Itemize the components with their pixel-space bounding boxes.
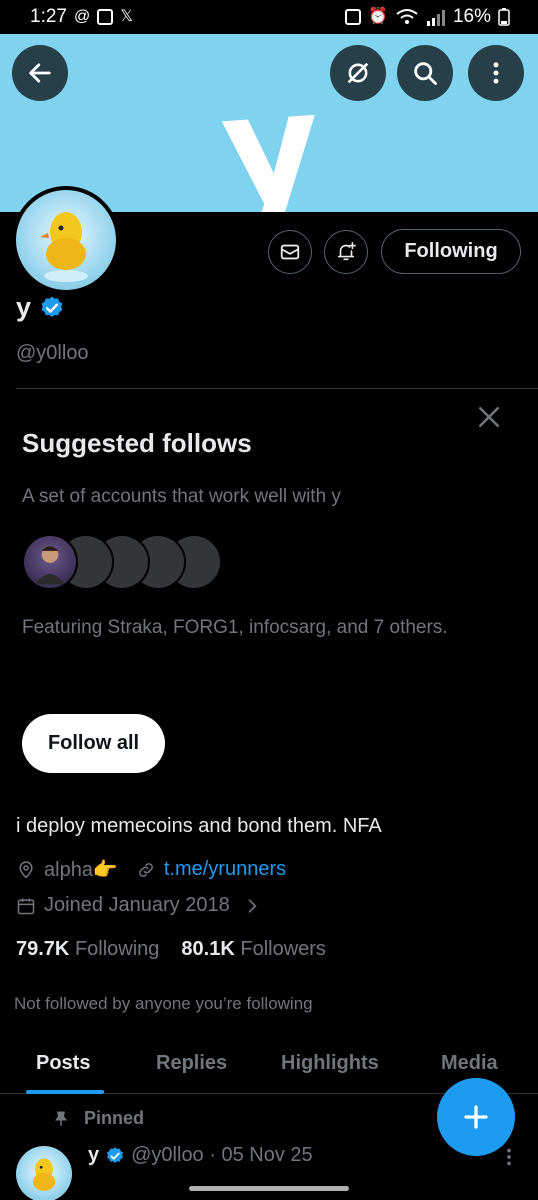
- status-right: ⏰ 16%: [345, 6, 510, 28]
- tab-media[interactable]: Media: [441, 1052, 498, 1075]
- follow-all-button[interactable]: Follow all: [22, 714, 165, 773]
- calendar-icon: [17, 898, 35, 914]
- suggested-featuring: Featuring Straka, FORG1, infocsarg, and …: [22, 617, 448, 638]
- location-pin-icon: [19, 860, 33, 879]
- signal-icon: [426, 10, 445, 26]
- duck-avatar-image: [40, 212, 88, 282]
- more-vertical-icon: [493, 62, 499, 84]
- verified-badge-icon: [107, 1146, 124, 1163]
- more-vertical-icon[interactable]: [498, 1146, 520, 1168]
- nfc-icon: [345, 9, 362, 25]
- not-followed-note: Not followed by anyone you’re following: [14, 994, 313, 1013]
- suggested-title: Suggested follows: [22, 428, 252, 458]
- post-avatar[interactable]: [16, 1146, 72, 1200]
- display-name: y: [16, 292, 32, 322]
- followers-count-link[interactable]: 80.1K Followers: [181, 938, 326, 961]
- x-logo-icon: 𝕏: [120, 8, 134, 25]
- profile-bio: i deploy memecoins and bond them. NFA: [16, 815, 382, 837]
- search-icon: [414, 62, 437, 85]
- person-avatar-image: [35, 546, 65, 585]
- mail-icon: [280, 244, 300, 260]
- message-button[interactable]: [268, 230, 312, 274]
- post-header: y @y0lloo · 05 Nov 25: [88, 1144, 313, 1167]
- status-left: 1:27 @ 𝕏: [30, 6, 133, 28]
- profile-link[interactable]: t.me/yrunners: [164, 858, 286, 881]
- followers-label: Followers: [240, 938, 326, 960]
- status-time: 1:27: [30, 6, 67, 27]
- post-author-name: y: [88, 1144, 100, 1166]
- tab-replies[interactable]: Replies: [156, 1052, 227, 1075]
- pinned-label-row: Pinned: [52, 1108, 144, 1129]
- status-bar: 1:27 @ 𝕏 ⏰ 16%: [0, 0, 538, 34]
- duck-avatar-image: [32, 1158, 56, 1191]
- back-button[interactable]: [12, 45, 68, 101]
- grok-button[interactable]: [330, 45, 386, 101]
- battery-icon: [498, 8, 510, 26]
- battery-percent: 16%: [452, 6, 491, 27]
- suggested-subtitle: A set of accounts that work well with y: [22, 486, 341, 507]
- pinned-label: Pinned: [84, 1108, 145, 1128]
- pin-icon: [55, 1111, 67, 1126]
- alarm-icon: ⏰: [368, 8, 388, 25]
- name-row: y: [16, 292, 65, 323]
- chevron-right-icon: [248, 898, 257, 913]
- following-label: Following: [74, 938, 160, 960]
- gallery-icon: [97, 9, 114, 25]
- bell-plus-icon: [337, 242, 356, 261]
- profile-joined: Joined January 2018: [44, 894, 230, 916]
- verified-badge-icon: [41, 296, 63, 317]
- profile-handle: @y0lloo: [16, 342, 89, 364]
- at-sign-icon: @: [73, 8, 91, 25]
- joined-row[interactable]: Joined January 2018: [16, 894, 262, 917]
- following-count: 79.7K: [16, 938, 70, 960]
- home-indicator[interactable]: [189, 1186, 349, 1191]
- banner-letter: y: [216, 58, 326, 212]
- profile-banner[interactable]: y: [0, 34, 538, 212]
- grok-icon: [347, 62, 369, 84]
- plus-icon: [464, 1105, 488, 1129]
- profile-avatar[interactable]: [12, 186, 120, 294]
- suggested-avatar: [22, 534, 78, 590]
- tab-posts[interactable]: Posts: [36, 1052, 90, 1075]
- close-icon[interactable]: [474, 402, 504, 432]
- location-link-row: alpha👉 t.me/yrunners: [16, 857, 286, 882]
- post-handle-date: @y0lloo · 05 Nov 25: [131, 1144, 313, 1166]
- notifications-button[interactable]: [324, 230, 368, 274]
- more-options-button[interactable]: [468, 45, 524, 101]
- profile-location: alpha👉: [44, 859, 118, 881]
- arrow-left-icon: [29, 63, 51, 83]
- active-tab-indicator: [26, 1090, 104, 1094]
- following-count-link[interactable]: 79.7K Following: [16, 938, 159, 961]
- wifi-icon: [396, 9, 418, 24]
- suggested-divider: [16, 388, 538, 389]
- followers-count: 80.1K: [181, 938, 235, 960]
- tab-highlights[interactable]: Highlights: [281, 1052, 379, 1075]
- following-button[interactable]: Following: [381, 229, 521, 274]
- suggested-avatars[interactable]: [22, 534, 222, 590]
- follow-counts: 79.7K Following 80.1K Followers: [16, 938, 326, 961]
- compose-post-button[interactable]: [437, 1078, 515, 1156]
- link-icon: [138, 862, 153, 877]
- search-button[interactable]: [397, 45, 453, 101]
